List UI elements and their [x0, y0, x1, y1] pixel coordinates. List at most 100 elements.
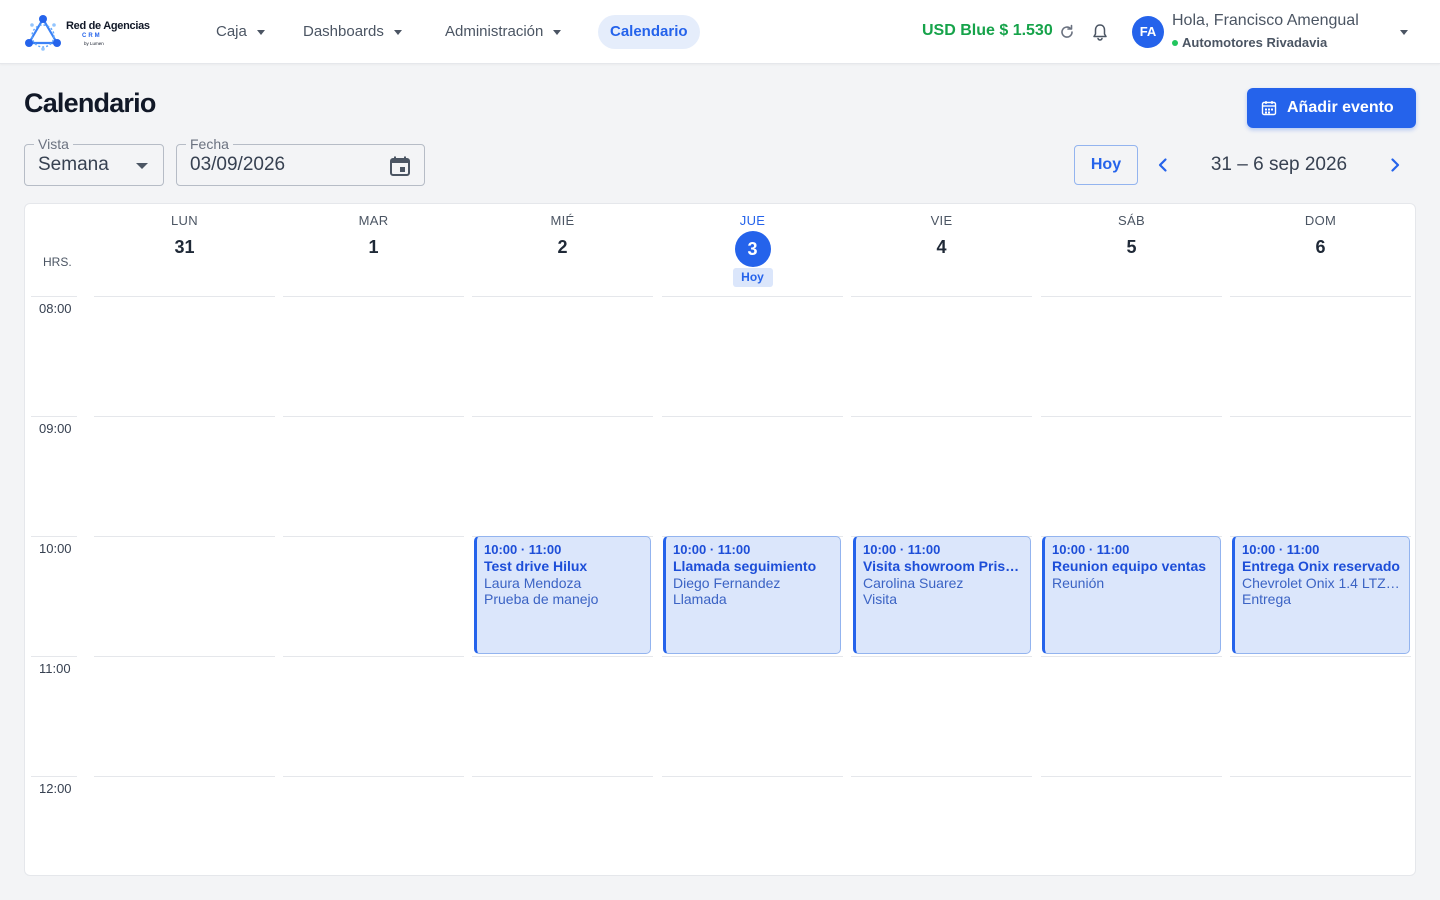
- day-name: VIE: [930, 213, 953, 228]
- nav-caja-label: Caja: [216, 23, 247, 40]
- grid-line: [472, 776, 653, 777]
- chevron-down-icon: [393, 29, 402, 35]
- chevron-left-icon[interactable]: [1154, 156, 1172, 174]
- grid-line: [94, 536, 275, 537]
- grid-line: [283, 416, 464, 417]
- add-event-button[interactable]: Añadir evento: [1247, 88, 1416, 128]
- top-bar: Red de Agencias CRM by Lumen Caja Dashbo…: [0, 0, 1440, 64]
- event-detail: Chevrolet Onix 1.4 LTZ Joy: [1242, 575, 1409, 591]
- usd-rate: USD Blue $ 1.530: [922, 22, 1053, 39]
- nav-calendario[interactable]: Calendario: [598, 15, 700, 49]
- event-type: Llamada: [673, 591, 727, 607]
- event-time: 10:00 · 11:00: [863, 542, 941, 557]
- event-title: Entrega Onix reservado: [1242, 558, 1400, 574]
- grid-line: [662, 416, 843, 417]
- calendar-icon: [1261, 101, 1277, 116]
- grid-line: [94, 416, 275, 417]
- day-header-jue[interactable]: JUE 3 Hoy: [662, 204, 843, 296]
- add-event-label: Añadir evento: [1287, 99, 1394, 116]
- grid-line: [662, 296, 843, 297]
- day-number: 4: [936, 237, 947, 257]
- grid-line: [31, 536, 77, 537]
- date-field-label: Fecha: [186, 136, 233, 152]
- user-agency-label: Automotores Rivadavia: [1182, 35, 1328, 50]
- event-card[interactable]: 10:00 · 11:00 Reunion equipo ventas Reun…: [1042, 536, 1221, 654]
- day-name: JUE: [739, 213, 766, 228]
- event-detail: Carolina Suarez: [863, 575, 964, 591]
- grid-line: [1230, 776, 1411, 777]
- day-header-lun[interactable]: LUN 31: [94, 204, 275, 296]
- brand-logo[interactable]: Red de Agencias CRM by Lumen: [24, 12, 154, 52]
- day-header-vie[interactable]: VIE 4: [851, 204, 1032, 296]
- event-type: Prueba de manejo: [484, 591, 599, 607]
- view-select-value: Semana: [38, 154, 109, 175]
- grid-line: [1041, 296, 1222, 297]
- event-detail: Laura Mendoza: [484, 575, 582, 591]
- refresh-icon[interactable]: [1059, 24, 1075, 40]
- grid-line: [283, 296, 464, 297]
- nav-administracion[interactable]: Administración: [433, 15, 573, 49]
- grid-line: [851, 296, 1032, 297]
- event-card[interactable]: 10:00 · 11:00 Test drive Hilux Laura Men…: [474, 536, 651, 654]
- grid-line: [283, 656, 464, 657]
- grid-line: [31, 656, 77, 657]
- time-label: 12:00: [39, 781, 72, 796]
- nav-dashboards[interactable]: Dashboards: [291, 15, 414, 49]
- grid-line: [472, 656, 653, 657]
- date-range: 31 – 6 sep 2026: [1210, 154, 1348, 175]
- day-name: LUN: [171, 213, 198, 228]
- chevron-down-icon: [553, 29, 562, 35]
- day-name: MAR: [358, 213, 389, 228]
- grid-line: [94, 296, 275, 297]
- grid-line: [1041, 656, 1222, 657]
- event-title: Visita showroom Prisma: [863, 558, 1026, 574]
- event-detail: Diego Fernandez: [673, 575, 781, 591]
- event-card[interactable]: 10:00 · 11:00 Visita showroom Prisma Car…: [853, 536, 1031, 654]
- nav-calendario-label: Calendario: [610, 23, 688, 40]
- date-picker-icon[interactable]: [388, 154, 412, 178]
- bell-icon[interactable]: [1090, 22, 1110, 42]
- event-card[interactable]: 10:00 · 11:00 Entrega Onix reservado Che…: [1232, 536, 1410, 654]
- grid-line: [1041, 776, 1222, 777]
- status-dot-icon: [1172, 39, 1178, 46]
- nav-caja[interactable]: Caja: [204, 15, 277, 49]
- event-time: 10:00 · 11:00: [1242, 542, 1320, 557]
- day-name: MIÉ: [550, 213, 575, 228]
- day-number: 2: [557, 237, 568, 257]
- dropdown-arrow-icon: [136, 163, 148, 169]
- grid-line: [851, 656, 1032, 657]
- day-header-mie[interactable]: MIÉ 2: [472, 204, 653, 296]
- event-time: 10:00 · 11:00: [1052, 542, 1130, 557]
- brand-name: Red de Agencias: [66, 20, 150, 32]
- day-number: 31: [174, 237, 195, 257]
- grid-line: [662, 776, 843, 777]
- day-header-sab[interactable]: SÁB 5: [1041, 204, 1222, 296]
- date-field[interactable]: Fecha 03/09/2026: [176, 136, 425, 186]
- today-button[interactable]: Hoy: [1074, 145, 1138, 185]
- grid-line: [31, 296, 77, 297]
- chevron-right-icon[interactable]: [1386, 156, 1404, 174]
- event-card[interactable]: 10:00 · 11:00 Llamada seguimiento Diego …: [663, 536, 841, 654]
- user-menu-chevron-icon[interactable]: [1400, 30, 1408, 35]
- grid-line: [1230, 296, 1411, 297]
- chevron-down-icon: [256, 29, 265, 35]
- time-label: 11:00: [39, 661, 71, 676]
- avatar[interactable]: FA: [1132, 16, 1164, 48]
- grid-line: [283, 536, 464, 537]
- grid-line: [1041, 416, 1222, 417]
- brand-sub: CRM: [82, 33, 102, 39]
- event-time: 10:00 · 11:00: [484, 542, 562, 557]
- hours-header: HRS.: [43, 255, 72, 269]
- grid-line: [851, 416, 1032, 417]
- day-name: SÁB: [1118, 213, 1145, 228]
- page-title: Calendario: [24, 88, 156, 118]
- view-select[interactable]: Vista Semana: [24, 136, 164, 186]
- view-select-label: Vista: [34, 136, 73, 152]
- day-number: 1: [368, 237, 379, 257]
- day-header-mar[interactable]: MAR 1: [283, 204, 464, 296]
- day-header-dom[interactable]: DOM 6: [1230, 204, 1411, 296]
- day-number-today: 3: [734, 231, 771, 267]
- brand-logo-icon: [25, 15, 61, 51]
- user-greeting[interactable]: Hola, Francisco Amengual: [1172, 12, 1359, 30]
- grid-line: [31, 416, 77, 417]
